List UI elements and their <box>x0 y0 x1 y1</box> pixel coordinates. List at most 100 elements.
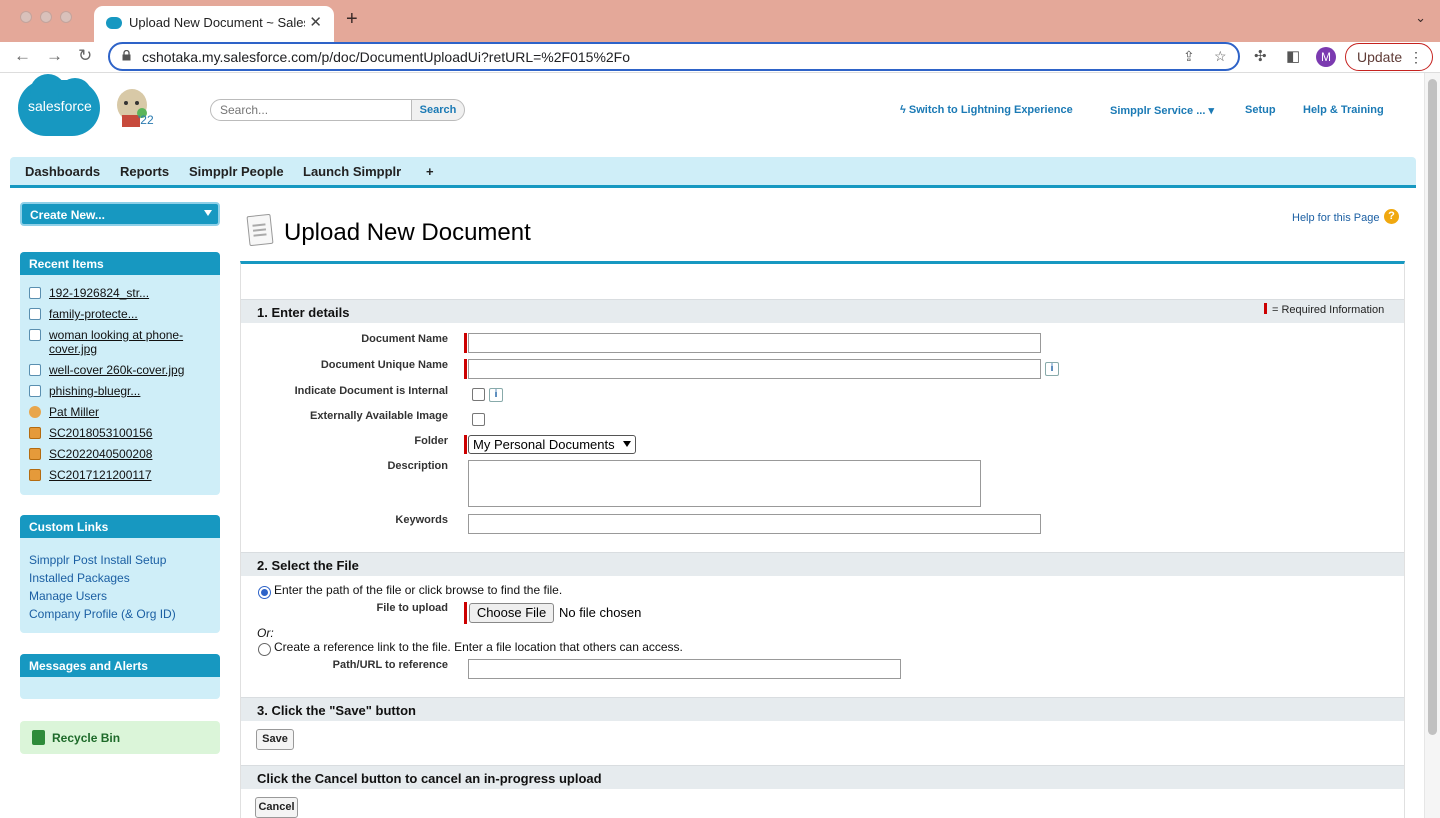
save-button[interactable]: Save <box>256 729 294 750</box>
description-textarea[interactable] <box>468 460 981 507</box>
info-icon[interactable]: i <box>489 388 503 402</box>
salesforce-tab-bar: Dashboards Reports Simpplr People Launch… <box>10 157 1416 188</box>
reference-link-radio-label: Create a reference link to the file. Ent… <box>274 640 683 654</box>
document-name-input[interactable] <box>468 333 1041 353</box>
lock-icon <box>122 50 131 61</box>
recent-item[interactable]: well-cover 260k-cover.jpg <box>29 363 184 377</box>
browser-toolbar: ← → ↻ cshotaka.my.salesforce.com/p/doc/D… <box>0 42 1440 73</box>
tab-launch-simpplr[interactable]: Launch Simpplr <box>303 164 401 179</box>
tab-search-chevron-icon[interactable]: ⌄ <box>1415 10 1426 26</box>
document-name-label: Document Name <box>361 333 448 345</box>
add-tab-plus-icon[interactable]: + <box>426 164 434 179</box>
search-button[interactable]: Search <box>411 99 465 121</box>
choose-file-button[interactable]: Choose File <box>469 603 554 623</box>
section-title: 2. Select the File <box>257 558 359 573</box>
window-minimize-control[interactable] <box>40 11 52 23</box>
cancel-button[interactable]: Cancel <box>255 797 298 818</box>
recent-item-label: woman looking at phone- <box>49 328 184 342</box>
upload-file-radio[interactable] <box>258 586 271 599</box>
search-input[interactable] <box>210 99 412 121</box>
profile-avatar[interactable]: M <box>1316 47 1336 67</box>
custom-link-post-install[interactable]: Simpplr Post Install Setup <box>29 553 166 567</box>
custom-link-manage-users[interactable]: Manage Users <box>29 589 107 603</box>
recent-items-panel: Recent Items 192-1926824_str... family-p… <box>20 252 220 495</box>
description-label: Description <box>387 460 448 472</box>
bookmark-star-icon[interactable]: ☆ <box>1214 48 1227 65</box>
recycle-bin-icon <box>32 730 45 745</box>
recent-item-label: 192-1926824_str... <box>49 286 150 300</box>
no-file-chosen-text: No file chosen <box>559 605 642 620</box>
app-menu-caret-icon: ▾ <box>1208 105 1214 117</box>
share-icon[interactable]: ⇪ <box>1183 48 1195 65</box>
recent-item[interactable]: Pat Miller <box>29 405 99 419</box>
path-url-input[interactable] <box>468 659 901 679</box>
required-marker <box>464 333 467 353</box>
switch-lightning-label: Switch to Lightning Experience <box>908 104 1073 116</box>
browser-tab-active[interactable]: Upload New Document ~ Salesforce ✕ <box>94 6 334 42</box>
section-title: 3. Click the "Save" button <box>257 703 416 718</box>
section-title: Click the Cancel button to cancel an in-… <box>257 771 602 786</box>
extensions-puzzle-icon[interactable]: ✣ <box>1254 47 1267 65</box>
browser-tab-title: Upload New Document ~ Salesforce <box>129 15 305 30</box>
document-unique-name-label: Document Unique Name <box>320 359 448 371</box>
folder-label: Folder <box>414 435 448 447</box>
person-icon <box>29 406 41 418</box>
page-scrollbar[interactable] <box>1424 73 1440 818</box>
help-question-icon[interactable]: ? <box>1384 209 1399 224</box>
recent-item[interactable]: family-protecte... <box>29 307 138 321</box>
custom-link-company-profile[interactable]: Company Profile (& Org ID) <box>29 607 176 621</box>
recent-item[interactable]: phishing-bluegr... <box>29 384 140 398</box>
side-panel-icon[interactable]: ◧ <box>1286 47 1300 65</box>
section-title: 1. Enter details <box>257 305 350 320</box>
address-bar[interactable]: cshotaka.my.salesforce.com/p/doc/Documen… <box>108 42 1240 71</box>
help-for-page-link[interactable]: Help for this Page <box>1292 212 1379 224</box>
reload-icon[interactable]: ↻ <box>78 46 92 66</box>
document-icon <box>29 329 41 341</box>
setup-link[interactable]: Setup <box>1245 104 1276 116</box>
window-zoom-control[interactable] <box>60 11 72 23</box>
recent-item[interactable]: SC2017121200117 <box>29 468 152 482</box>
back-arrow-icon[interactable]: ← <box>14 46 31 66</box>
app-menu-label: Simpplr Service ... <box>1110 105 1206 117</box>
document-unique-name-input[interactable] <box>468 359 1041 379</box>
help-training-link[interactable]: Help & Training <box>1303 104 1384 116</box>
required-marker <box>464 435 467 454</box>
section-enter-details: 1. Enter details <box>241 299 1404 323</box>
recent-item[interactable]: woman looking at phone-cover.jpg <box>29 328 183 356</box>
keywords-label: Keywords <box>395 514 448 526</box>
switch-lightning-link[interactable]: ϟ Switch to Lightning Experience <box>900 104 1073 116</box>
salesforce-logo[interactable]: salesforce <box>18 74 100 136</box>
case-icon <box>29 469 41 481</box>
lightning-bolt-icon: ϟ <box>900 104 909 116</box>
tab-reports[interactable]: Reports <box>120 164 169 179</box>
recycle-bin-link[interactable]: Recycle Bin <box>20 721 220 754</box>
recent-item-label: Pat Miller <box>49 405 100 419</box>
recent-item[interactable]: 192-1926824_str... <box>29 286 149 300</box>
window-close-control[interactable] <box>20 11 32 23</box>
recent-item-label: phishing-bluegr... <box>49 384 141 398</box>
new-tab-plus-icon[interactable]: + <box>346 8 358 31</box>
recent-item[interactable]: SC2018053100156 <box>29 426 152 440</box>
external-image-checkbox[interactable] <box>472 413 485 426</box>
folder-select[interactable]: My Personal Documents <box>468 435 636 454</box>
custom-links-panel: Custom Links Simpplr Post Install Setup … <box>20 515 220 633</box>
reference-link-radio[interactable] <box>258 643 271 656</box>
tab-dashboards[interactable]: Dashboards <box>25 164 100 179</box>
document-icon <box>29 308 41 320</box>
app-menu-link[interactable]: Simpplr Service ... ▾ <box>1110 104 1214 117</box>
required-marker <box>464 359 467 379</box>
info-icon[interactable]: i <box>1045 362 1059 376</box>
tab-close-icon[interactable]: ✕ <box>309 13 322 31</box>
custom-link-installed-packages[interactable]: Installed Packages <box>29 571 130 585</box>
internal-label: Indicate Document is Internal <box>294 385 448 397</box>
mascot-year-tag: '22 <box>138 113 154 127</box>
update-button[interactable]: Update ⋮ <box>1345 43 1433 71</box>
more-menu-icon[interactable]: ⋮ <box>1409 49 1423 66</box>
recent-item[interactable]: SC2022040500208 <box>29 447 152 461</box>
keywords-input[interactable] <box>468 514 1041 534</box>
scrollbar-thumb[interactable] <box>1428 79 1437 735</box>
tab-simpplr-people[interactable]: Simpplr People <box>189 164 284 179</box>
forward-arrow-icon[interactable]: → <box>46 46 63 66</box>
create-new-button[interactable]: Create New... <box>20 202 220 226</box>
internal-checkbox[interactable] <box>472 388 485 401</box>
